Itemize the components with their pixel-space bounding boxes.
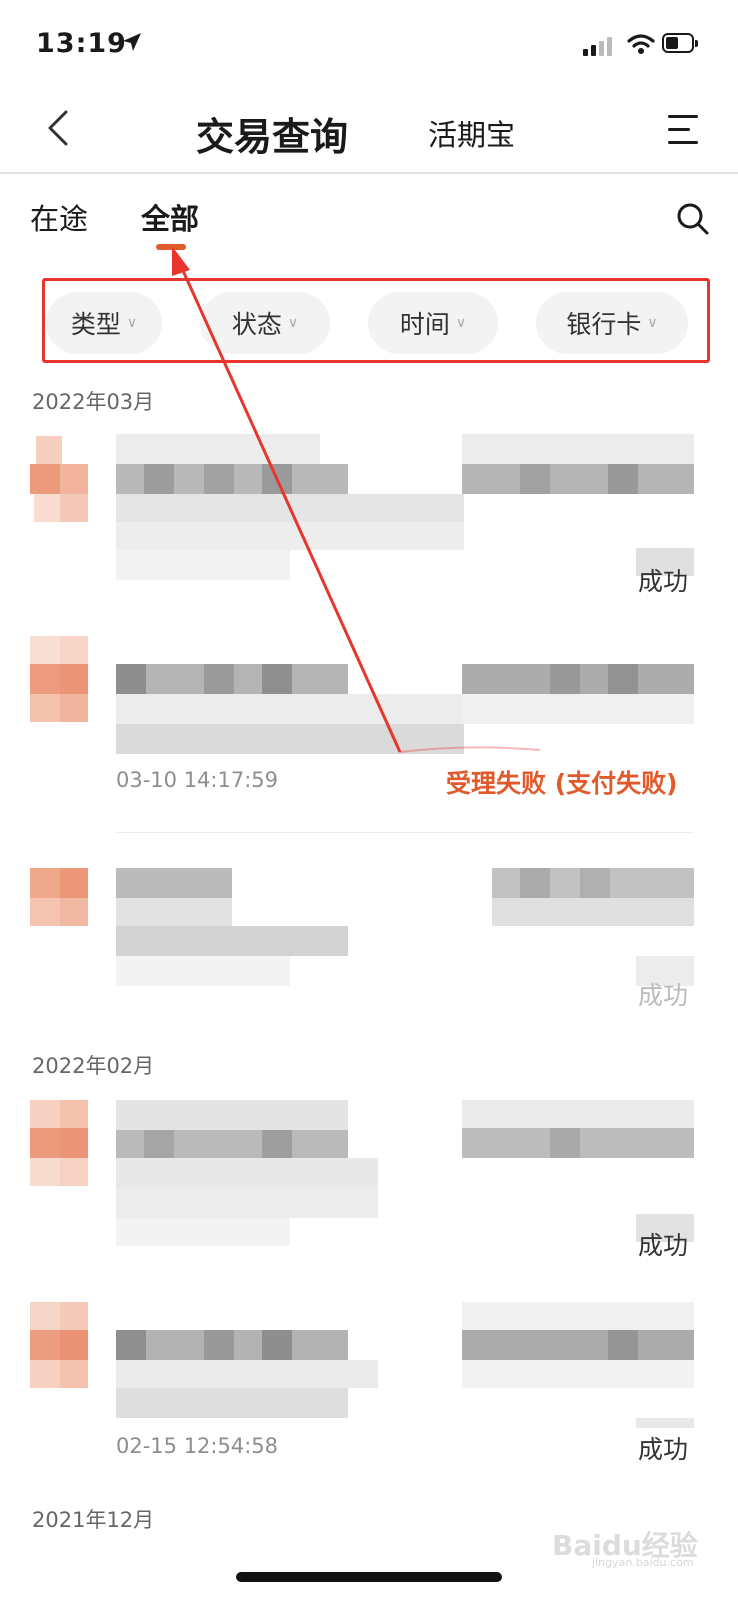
home-indicator — [236, 1572, 502, 1582]
annotation-arrow — [172, 246, 541, 753]
watermark-url: jingyan.baidu.com — [592, 1556, 694, 1569]
